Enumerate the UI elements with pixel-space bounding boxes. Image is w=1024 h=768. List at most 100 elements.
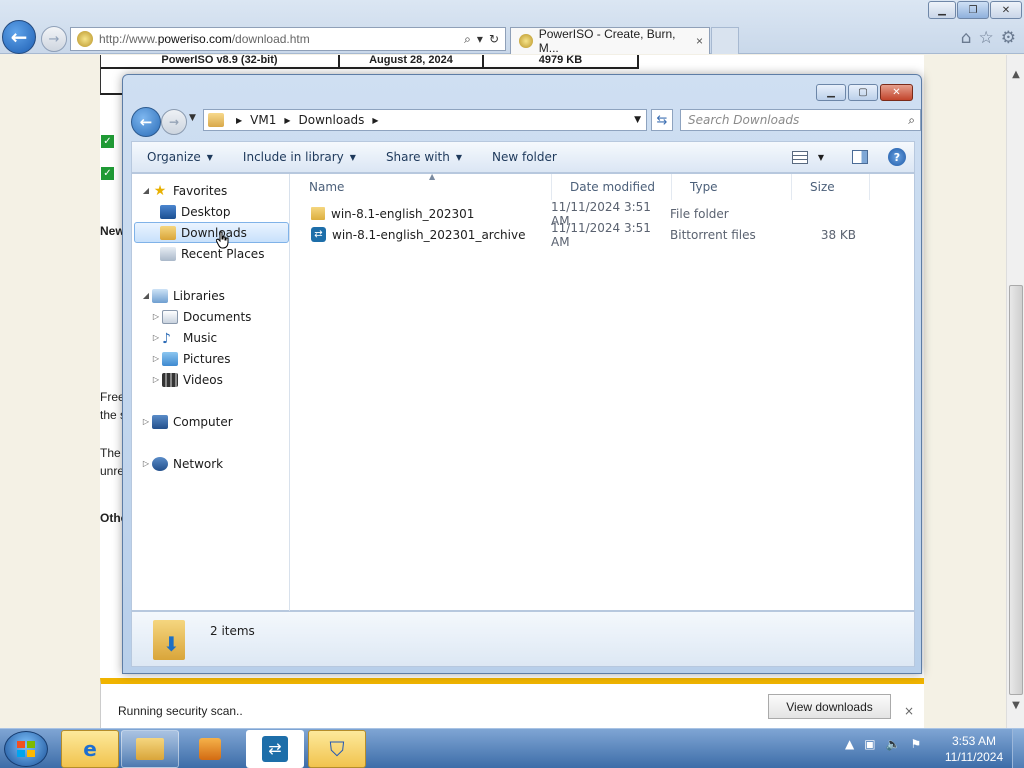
- nav-item-downloads[interactable]: Downloads: [134, 222, 289, 243]
- chevron-down-icon: ▼: [455, 152, 462, 162]
- address-dropdown-icon[interactable]: ▼: [634, 115, 641, 125]
- taskbar-uac-shield[interactable]: ⛉: [308, 730, 366, 768]
- recent-pages-dropdown-icon[interactable]: ▼: [189, 113, 196, 123]
- expanded-arrow-icon: ◢: [142, 291, 150, 300]
- file-size: 38 KB: [820, 227, 856, 242]
- column-header-date[interactable]: Date modified: [552, 174, 672, 200]
- item-count: 2 items: [210, 624, 255, 638]
- taskbar-explorer[interactable]: [121, 730, 179, 768]
- explorer-back-button[interactable]: ←: [131, 107, 161, 137]
- favorites-star-icon[interactable]: ☆: [979, 28, 994, 48]
- search-placeholder: Search Downloads: [688, 113, 800, 127]
- organize-menu[interactable]: Organize ▼: [132, 150, 228, 164]
- nav-item-videos[interactable]: ▷ Videos: [150, 369, 223, 390]
- sort-arrow-icon: ▲: [429, 172, 436, 181]
- explorer-close-button[interactable]: ✕: [880, 84, 913, 101]
- chevron-right-icon[interactable]: ▶: [236, 116, 242, 125]
- clock[interactable]: 3:53 AM 11/11/2024: [942, 733, 1006, 765]
- page-text: Free: [100, 390, 125, 404]
- folder-icon: [311, 207, 325, 220]
- column-header-name[interactable]: Name: [291, 174, 552, 200]
- breadcrumb-item-downloads[interactable]: Downloads: [299, 113, 365, 127]
- nav-item-music[interactable]: ▷ ♪ Music: [150, 327, 217, 348]
- page-scrollbar[interactable]: ▲ ▼: [1006, 55, 1024, 728]
- page-text: unre: [100, 464, 125, 478]
- taskbar-media-player[interactable]: [181, 730, 239, 768]
- nav-item-recent-places[interactable]: Recent Places: [160, 243, 264, 264]
- show-hidden-icons-icon[interactable]: ▲: [845, 737, 854, 751]
- nav-item-favorites[interactable]: ◢ ★ Favorites: [140, 180, 227, 201]
- table-cell: PowerISO v8.9 (32-bit): [101, 55, 340, 69]
- scroll-thumb[interactable]: [1009, 285, 1023, 695]
- action-center-flag-icon[interactable]: ⚑: [911, 737, 922, 751]
- collapsed-arrow-icon: ▷: [152, 312, 160, 321]
- view-downloads-button[interactable]: View downloads: [768, 694, 891, 719]
- ie-icon: e: [83, 737, 97, 761]
- share-with-menu[interactable]: Share with ▼: [371, 150, 477, 164]
- file-row[interactable]: ⇄ win-8.1-english_202301_archive 11/11/20…: [291, 221, 915, 249]
- volume-muted-icon[interactable]: 🔈: [886, 737, 901, 751]
- column-header-size[interactable]: Size: [792, 174, 870, 200]
- nav-item-computer[interactable]: ▷ Computer: [140, 411, 233, 432]
- search-input[interactable]: Search Downloads ⌕: [680, 109, 921, 131]
- preview-pane-icon[interactable]: [852, 150, 868, 164]
- tools-gear-icon[interactable]: ⚙: [1001, 28, 1016, 48]
- downloads-folder-icon: [153, 620, 185, 660]
- close-notification-icon[interactable]: ×: [904, 704, 914, 718]
- help-icon[interactable]: ?: [888, 148, 906, 166]
- back-button[interactable]: ←: [2, 20, 36, 54]
- checkmark-icon: ✓: [101, 135, 114, 148]
- restore-button[interactable]: ❐: [957, 1, 989, 19]
- taskbar-ie[interactable]: e: [61, 730, 119, 768]
- taskbar-torrent-app[interactable]: ⇄: [246, 730, 304, 768]
- expanded-arrow-icon: ◢: [142, 186, 150, 195]
- refresh-button[interactable]: ⇆: [651, 109, 673, 131]
- nav-item-network[interactable]: ▷ Network: [140, 453, 223, 474]
- column-header-type[interactable]: Type: [672, 174, 792, 200]
- address-url[interactable]: http://www.poweriso.com/download.htm: [99, 32, 464, 46]
- nav-item-documents[interactable]: ▷ Documents: [150, 306, 251, 327]
- collapsed-arrow-icon: ▷: [142, 417, 150, 426]
- table-cell: 4979 KB: [484, 55, 639, 69]
- explorer-maximize-button[interactable]: ▢: [848, 84, 878, 101]
- file-list: ▲ Name Date modified Type Size win-8.1-e…: [291, 172, 915, 612]
- breadcrumb-item-vm1[interactable]: VM1: [250, 113, 276, 127]
- scroll-down-icon[interactable]: ▼: [1007, 700, 1024, 711]
- address-bar[interactable]: http://www.poweriso.com/download.htm ⌕ ▾…: [70, 27, 506, 51]
- start-button[interactable]: [4, 731, 48, 767]
- close-button[interactable]: ✕: [990, 1, 1022, 19]
- change-view-icon[interactable]: [791, 150, 808, 164]
- search-icon[interactable]: ⌕: [908, 113, 915, 128]
- pictures-icon: [162, 351, 178, 366]
- table-cell: August 28, 2024: [340, 55, 484, 69]
- explorer-forward-button[interactable]: →: [161, 109, 187, 135]
- include-in-library-menu[interactable]: Include in library ▼: [228, 150, 371, 164]
- breadcrumb[interactable]: ▶ VM1 ▶ Downloads ▶ ▼: [203, 109, 647, 131]
- minimize-button[interactable]: ▁: [928, 1, 956, 19]
- collapsed-arrow-icon: ▷: [152, 375, 160, 384]
- new-folder-button[interactable]: New folder: [477, 150, 572, 164]
- nav-item-libraries[interactable]: ◢ Libraries: [140, 285, 225, 306]
- file-type: File folder: [670, 206, 729, 221]
- refresh-icon[interactable]: ↻: [489, 32, 499, 47]
- nav-item-desktop[interactable]: Desktop: [160, 201, 231, 222]
- computer-icon: [152, 414, 168, 429]
- documents-icon: [162, 309, 178, 324]
- chevron-right-icon[interactable]: ▶: [372, 116, 378, 125]
- scroll-up-icon[interactable]: ▲: [1007, 69, 1024, 80]
- show-desktop-button[interactable]: [1012, 729, 1024, 768]
- chevron-right-icon[interactable]: ▶: [284, 116, 290, 125]
- home-icon[interactable]: ⌂: [961, 28, 972, 48]
- nav-item-pictures[interactable]: ▷ Pictures: [150, 348, 231, 369]
- forward-button[interactable]: →: [41, 26, 67, 52]
- browser-tab[interactable]: PowerISO - Create, Burn, M... ×: [510, 27, 710, 55]
- new-tab-button[interactable]: [711, 27, 739, 54]
- page-text: New: [100, 224, 125, 238]
- tab-close-icon[interactable]: ×: [696, 34, 703, 48]
- search-icon[interactable]: ⌕: [464, 32, 471, 47]
- explorer-minimize-button[interactable]: ▁: [816, 84, 846, 101]
- dropdown-icon[interactable]: ▾: [477, 32, 483, 47]
- view-dropdown-icon[interactable]: ▼: [818, 153, 824, 162]
- network-tray-icon[interactable]: ▣: [864, 737, 875, 751]
- taskbar: e ⇄ ⛉ ▲ ▣ 🔈 ⚑ 3:53 AM 11/11/2024: [0, 728, 1024, 768]
